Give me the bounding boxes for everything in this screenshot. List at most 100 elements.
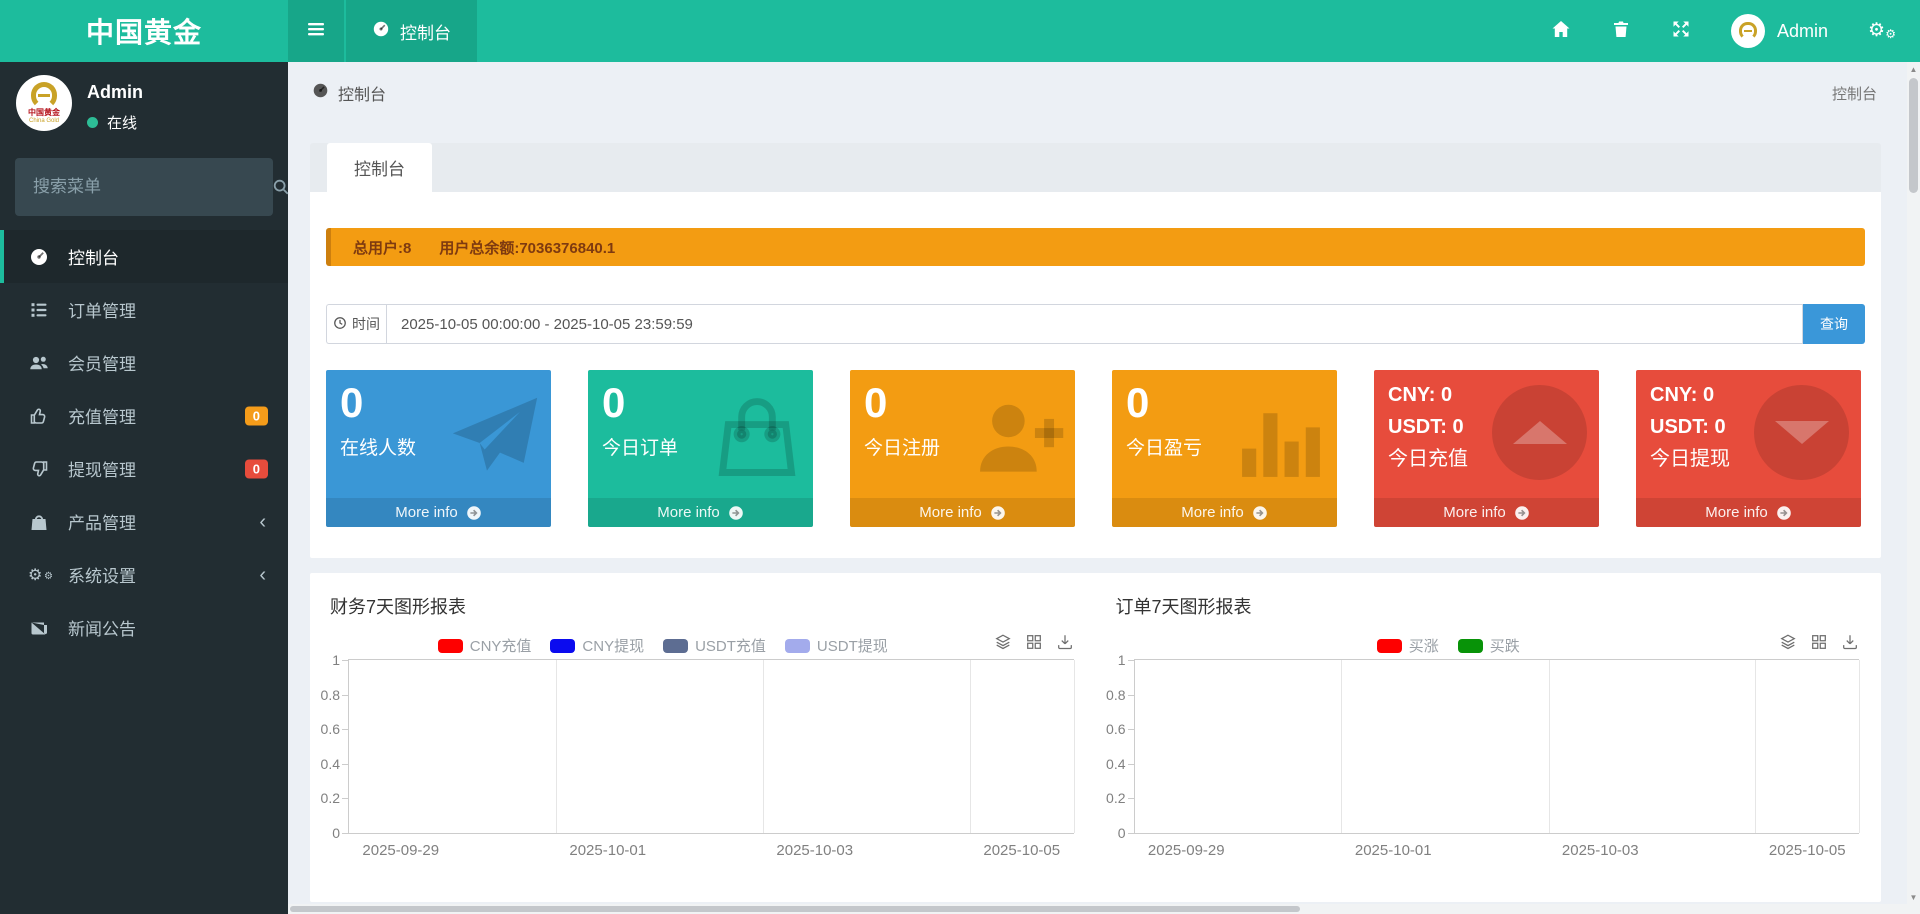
sidebar-item-label: 提现管理: [68, 456, 136, 481]
trash-button[interactable]: [1611, 19, 1631, 44]
sidebar-item-label: 订单管理: [68, 297, 136, 322]
caret-down-circle-icon: [1754, 385, 1849, 480]
circle-arrow-right-icon: [990, 505, 1006, 521]
stat-card-body: 0今日订单: [588, 370, 813, 498]
chart-toolbox: [994, 633, 1074, 651]
more-info-label: More info: [395, 504, 458, 521]
scroll-up-button[interactable]: ▲: [1907, 62, 1920, 76]
legend-item-USDT充值[interactable]: USDT充值: [663, 635, 766, 656]
download-icon[interactable]: [1841, 633, 1859, 651]
sidebar-item-label: 会员管理: [68, 350, 136, 375]
stat-card-body: 0今日盈亏: [1112, 370, 1337, 498]
legend-item-CNY充值[interactable]: CNY充值: [438, 635, 532, 656]
online-dot: [87, 117, 98, 128]
user-menu[interactable]: Admin: [1731, 14, 1828, 48]
date-range-input[interactable]: [386, 304, 1803, 344]
stack-icon[interactable]: [994, 633, 1012, 651]
sidebar-item-控制台[interactable]: 控制台: [0, 230, 288, 283]
x-axis-tick-label: 2025-10-03: [776, 842, 853, 859]
x-axis-tick-label: 2025-10-01: [1355, 842, 1432, 859]
legend-swatch: [1458, 639, 1483, 653]
y-axis-tick: [1128, 764, 1134, 765]
stack-icon[interactable]: [1779, 633, 1797, 651]
more-info-link[interactable]: More info: [850, 498, 1075, 527]
chart-legend: 买涨买跌: [1136, 635, 1762, 656]
chart-orders-7day: 订单7天图形报表买涨买跌00.20.40.60.812025-09-292025…: [1096, 573, 1882, 902]
thumbs-up-icon: [26, 406, 52, 426]
more-info-link[interactable]: More info: [1636, 498, 1861, 527]
time-filter-label: 时间: [352, 314, 380, 334]
more-info-label: More info: [1443, 504, 1506, 521]
x-axis-tick-label: 2025-10-01: [569, 842, 646, 859]
breadcrumb[interactable]: 控制台: [312, 81, 386, 105]
more-info-link[interactable]: More info: [588, 498, 813, 527]
chart-toolbox: [1779, 633, 1859, 651]
time-filter: 时间 查询: [326, 304, 1865, 344]
tiled-icon[interactable]: [1810, 633, 1828, 651]
legend-item-CNY提现[interactable]: CNY提现: [550, 635, 644, 656]
chevron-left-icon: ‹: [259, 565, 266, 585]
y-axis-tick: [342, 833, 348, 834]
sidebar-item-系统设置[interactable]: ⚙⚙系统设置‹: [0, 548, 288, 601]
avatar: [1731, 14, 1765, 48]
tab-dashboard[interactable]: 控制台: [327, 143, 432, 192]
settings-button[interactable]: ⚙⚙: [1868, 20, 1892, 42]
legend-swatch: [550, 639, 575, 653]
horizontal-scrollbar-thumb[interactable]: [290, 906, 1300, 912]
fullscreen-icon: [1671, 19, 1691, 44]
user-plus-icon: [973, 392, 1065, 489]
hamburger-button[interactable]: [288, 0, 344, 62]
vertical-scrollbar[interactable]: ▲ ▼: [1907, 62, 1920, 904]
count-badge: 0: [245, 406, 268, 425]
gears-icon: ⚙⚙: [26, 565, 52, 585]
sidebar-item-充值管理[interactable]: 充值管理0: [0, 389, 288, 442]
more-info-link[interactable]: More info: [326, 498, 551, 527]
stat-card-today-deposits: CNY: 0USDT: 0今日充值More info: [1374, 370, 1599, 527]
y-axis-tick-label: 0.6: [1106, 721, 1125, 737]
sidebar-item-新闻公告[interactable]: 新闻公告: [0, 601, 288, 654]
sidebar-item-会员管理[interactable]: 会员管理: [0, 336, 288, 389]
sidebar-item-订单管理[interactable]: 订单管理: [0, 283, 288, 336]
search-input[interactable]: [15, 177, 272, 197]
breadcrumb-label: 控制台: [338, 81, 386, 105]
trash-icon: [1611, 19, 1631, 44]
content-header: 控制台 控制台: [288, 62, 1907, 124]
brand-logo[interactable]: 中国黄金: [0, 0, 288, 62]
query-button[interactable]: 查询: [1803, 304, 1865, 344]
gridline: [763, 660, 764, 833]
scroll-down-button[interactable]: ▼: [1907, 890, 1920, 904]
gridline: [1859, 660, 1860, 833]
download-icon[interactable]: [1056, 633, 1074, 651]
gridline: [1549, 660, 1550, 833]
sidebar-item-产品管理[interactable]: 产品管理‹: [0, 495, 288, 548]
y-axis-tick-label: 1: [1118, 652, 1126, 668]
horizontal-scrollbar[interactable]: [288, 904, 1907, 914]
y-axis-tick: [1128, 695, 1134, 696]
thumbs-down-icon: [26, 459, 52, 479]
sidebar-item-label: 产品管理: [68, 509, 136, 534]
y-axis-tick-label: 1: [332, 652, 340, 668]
search-icon[interactable]: [272, 178, 308, 196]
gridline: [970, 660, 971, 833]
y-axis-tick-label: 0.2: [321, 790, 340, 806]
shopping-bag-icon: [26, 512, 52, 532]
home-button[interactable]: [1551, 19, 1571, 44]
legend-item-买涨[interactable]: 买涨: [1377, 635, 1439, 656]
sidebar-search: [15, 158, 273, 216]
caret-up-circle-icon: [1492, 385, 1587, 480]
newspaper-icon: [26, 618, 52, 638]
breadcrumb-current: 控制台: [1832, 83, 1877, 104]
tiled-icon[interactable]: [1025, 633, 1043, 651]
more-info-link[interactable]: More info: [1374, 498, 1599, 527]
legend-item-USDT提现[interactable]: USDT提现: [785, 635, 888, 656]
sidebar-item-提现管理[interactable]: 提现管理0: [0, 442, 288, 495]
fullscreen-button[interactable]: [1671, 19, 1691, 44]
legend-item-买跌[interactable]: 买跌: [1458, 635, 1520, 656]
sidebar-menu: 控制台订单管理会员管理充值管理0提现管理0产品管理‹⚙⚙系统设置‹新闻公告: [0, 230, 288, 654]
navbar-tab-dashboard[interactable]: 控制台: [346, 0, 477, 62]
circle-arrow-right-icon: [1252, 505, 1268, 521]
online-status[interactable]: 在线: [87, 112, 143, 133]
y-axis-tick: [342, 764, 348, 765]
vertical-scrollbar-thumb[interactable]: [1909, 78, 1918, 193]
more-info-link[interactable]: More info: [1112, 498, 1337, 527]
